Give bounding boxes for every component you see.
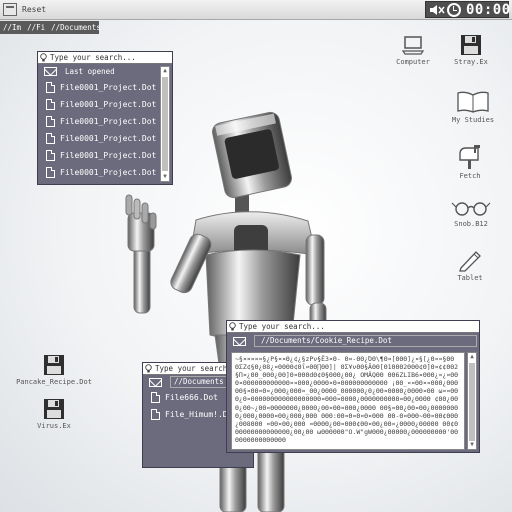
last-opened-header: Last opened <box>38 64 172 79</box>
search-bar[interactable]: Type your search... <box>38 52 172 64</box>
file-list-item[interactable]: File0001_Project.Dot <box>38 130 172 147</box>
desktop-icon-label: Snob.B12 <box>454 220 488 228</box>
file-icon <box>46 150 55 161</box>
desktop-icon-label: Virus.Ex <box>37 422 71 430</box>
file-name: File0001_Project.Dot <box>60 151 157 160</box>
desktop-icon-tablet[interactable]: Tablet <box>454 248 486 282</box>
reset-icon[interactable] <box>3 3 17 16</box>
clock-icon <box>447 3 461 17</box>
scroll-up-arrow[interactable]: ▲ <box>161 67 169 75</box>
file-list-item[interactable]: File0001_Project.Dot <box>38 113 172 130</box>
desktop-icon-label: Computer <box>396 58 430 66</box>
mail-icon <box>149 377 162 387</box>
search-bar[interactable]: Type your search... <box>227 321 479 333</box>
search-input[interactable]: Type your search... <box>50 53 136 62</box>
file-name: File0001_Project.Dot <box>60 117 157 126</box>
file-name: File666.Dot <box>165 393 218 402</box>
scrollbar[interactable]: ▲ ▼ <box>467 352 477 450</box>
desktop-icon-label: My Studies <box>451 116 495 124</box>
mail-icon <box>233 336 246 346</box>
breadcrumb-segment[interactable]: //Documents <box>48 23 104 32</box>
last-opened-label: Last opened <box>65 67 115 76</box>
floppy-disk-icon <box>461 35 481 55</box>
file-icon <box>46 116 55 127</box>
file-icon <box>151 392 160 403</box>
desktop-icon-fetch[interactable]: Fetch <box>454 144 486 180</box>
floppy-disk-icon <box>44 355 64 375</box>
scroll-down-arrow[interactable]: ▼ <box>161 173 169 181</box>
mailbox-icon <box>459 145 480 169</box>
desktop-icon-label: Tablet <box>457 274 483 282</box>
desktop-icon-pancake-recipe[interactable]: Pancake_Recipe.Dot <box>12 354 96 386</box>
scrollbar[interactable]: ▲ ▼ <box>160 66 170 182</box>
glasses-icon <box>451 202 491 216</box>
file-name: File0001_Project.Dot <box>60 134 157 143</box>
path-row: //Documents/Cookie_Recipe.Dot <box>227 333 479 349</box>
scrollbar-thumb[interactable] <box>162 77 168 171</box>
path-breadcrumb: //Im //Fi //Documents <box>0 21 101 34</box>
document-viewer-window[interactable]: Type your search... //Documents/Cookie_R… <box>226 320 480 453</box>
volume-mute-icon[interactable] <box>429 4 445 16</box>
file-list-item[interactable]: File0001_Project.Dot <box>38 164 172 181</box>
reset-label[interactable]: Reset <box>22 5 46 14</box>
file-list-item[interactable]: File0001_Project.Dot <box>38 79 172 96</box>
file-browser-window[interactable]: Type your search... Last opened File0001… <box>37 51 173 185</box>
file-icon <box>46 99 55 110</box>
desktop-icon-label: Fetch <box>459 172 481 180</box>
document-content[interactable]: ~§¤¤¤¤¤§¿Ρ§¤¤Θ¿¢¿§zΡν§Ê3¤Θ- Θ¤-ΘΘ¿ΌΘ\¶Θ¤… <box>231 352 465 450</box>
system-tray: 00:00 <box>425 1 511 18</box>
laptop-icon <box>402 36 424 55</box>
mail-icon <box>44 67 57 76</box>
lightbulb-icon <box>145 364 152 373</box>
desktop-icon-stray[interactable]: Stray.Ex <box>450 34 492 66</box>
pencil-icon <box>459 251 481 272</box>
desktop-icon-computer[interactable]: Computer <box>393 34 433 66</box>
file-list-item[interactable]: File0001_Project.Dot <box>38 96 172 113</box>
lightbulb-icon <box>229 322 236 331</box>
desktop-icon-virus[interactable]: Virus.Ex <box>33 398 75 430</box>
desktop-icon-label: Pancake_Recipe.Dot <box>16 378 92 386</box>
scroll-down-arrow[interactable]: ▼ <box>468 441 476 449</box>
file-icon <box>46 133 55 144</box>
book-icon <box>457 91 489 113</box>
file-icon <box>151 409 160 420</box>
scroll-up-arrow[interactable]: ▲ <box>468 353 476 361</box>
desktop-icon-label: Stray.Ex <box>454 58 488 66</box>
path-field[interactable]: //Documents/Cookie_Recipe.Dot <box>254 335 477 347</box>
breadcrumb-segment[interactable]: //Im <box>0 23 24 32</box>
file-name: File0001_Project.Dot <box>60 83 157 92</box>
lightbulb-icon <box>40 53 47 62</box>
file-icon <box>46 167 55 178</box>
desktop-icon-my-studies[interactable]: My Studies <box>450 90 496 124</box>
file-list-item[interactable]: File0001_Project.Dot <box>38 147 172 164</box>
floppy-disk-icon <box>44 399 64 419</box>
top-bar: Reset 00:00 <box>0 0 512 20</box>
search-input[interactable]: Type your search... <box>239 322 325 331</box>
file-name: File0001_Project.Dot <box>60 168 157 177</box>
file-icon <box>46 82 55 93</box>
breadcrumb-segment[interactable]: //Fi <box>24 23 48 32</box>
file-name: File0001_Project.Dot <box>60 100 157 109</box>
desktop-icon-snob[interactable]: Snob.B12 <box>450 198 492 228</box>
clock-time: 00:00 <box>466 2 511 18</box>
scrollbar-thumb[interactable] <box>469 363 475 441</box>
